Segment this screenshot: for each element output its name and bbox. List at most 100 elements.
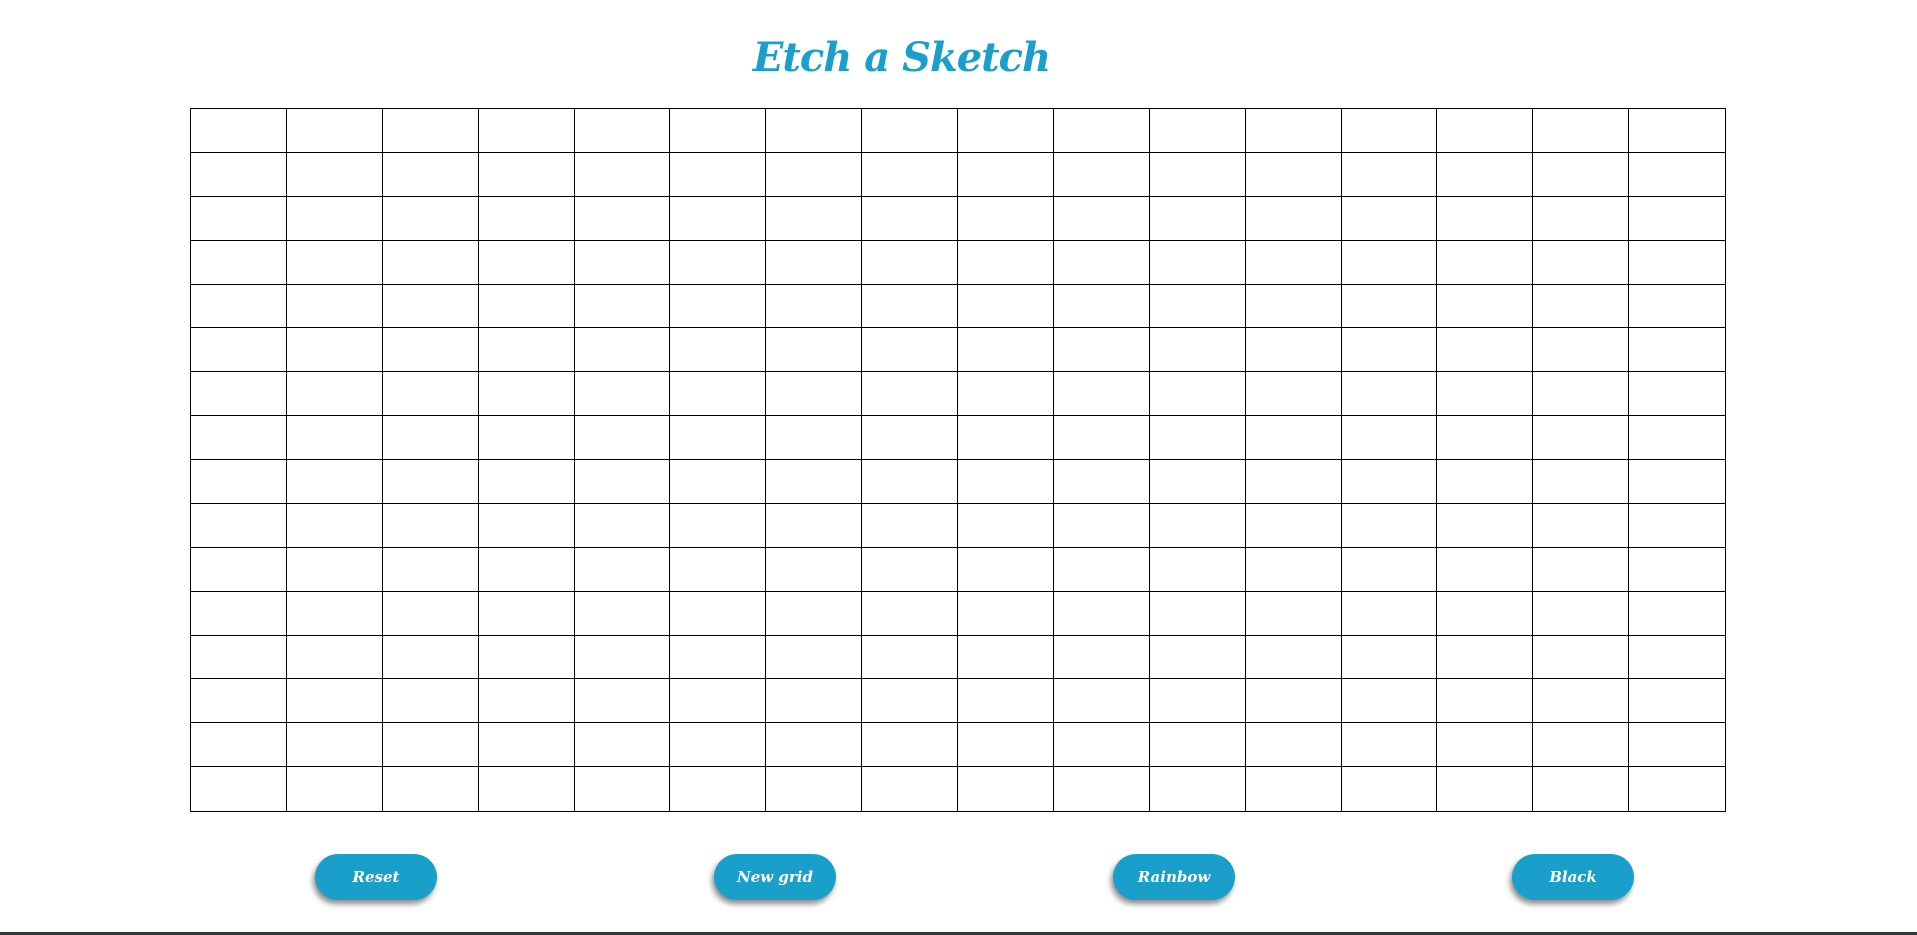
grid-cell[interactable] [1053,591,1150,636]
grid-cell[interactable] [1149,109,1246,153]
grid-cell[interactable] [862,152,958,197]
grid-cell[interactable] [1245,460,1342,504]
grid-cell[interactable] [1629,503,1725,548]
grid-cell[interactable] [1629,328,1725,373]
grid-cell[interactable] [478,503,575,548]
grid-cell[interactable] [1245,196,1342,241]
grid-cell[interactable] [958,372,1054,417]
grid-cell[interactable] [382,240,479,285]
grid-cell[interactable] [1629,767,1725,811]
grid-cell[interactable] [670,328,767,373]
grid-cell[interactable] [862,328,958,373]
grid-cell[interactable] [382,767,479,811]
grid-cell[interactable] [1629,109,1725,153]
grid-cell[interactable] [958,284,1054,329]
grid-cell[interactable] [862,372,958,417]
grid-cell[interactable] [766,328,863,373]
grid-cell[interactable] [1245,284,1342,329]
grid-cell[interactable] [574,152,671,197]
grid-cell[interactable] [1533,372,1630,417]
grid-cell[interactable] [574,196,671,241]
grid-cell[interactable] [382,372,479,417]
grid-cell[interactable] [1437,416,1534,460]
grid-cell[interactable] [1437,679,1534,724]
grid-cell[interactable] [191,328,287,373]
grid-cell[interactable] [1149,372,1246,417]
grid-cell[interactable] [191,416,287,460]
grid-cell[interactable] [574,460,671,504]
grid-cell[interactable] [958,767,1054,811]
grid-cell[interactable] [574,591,671,636]
grid-cell[interactable] [1533,679,1630,724]
grid-cell[interactable] [1341,767,1438,811]
grid-cell[interactable] [958,635,1054,680]
grid-cell[interactable] [286,591,383,636]
grid-cell[interactable] [478,723,575,768]
grid-cell[interactable] [1053,284,1150,329]
grid-cell[interactable] [478,591,575,636]
grid-cell[interactable] [1341,152,1438,197]
grid-cell[interactable] [574,635,671,680]
grid-cell[interactable] [1053,635,1150,680]
grid-cell[interactable] [1149,547,1246,592]
grid-cell[interactable] [670,284,767,329]
grid-cell[interactable] [958,723,1054,768]
grid-cell[interactable] [1341,591,1438,636]
grid-cell[interactable] [1149,679,1246,724]
grid-cell[interactable] [382,547,479,592]
grid-cell[interactable] [1533,240,1630,285]
grid-cell[interactable] [1053,240,1150,285]
grid-cell[interactable] [478,109,575,153]
grid-cell[interactable] [766,460,863,504]
grid-cell[interactable] [1437,591,1534,636]
grid-cell[interactable] [1053,196,1150,241]
grid-cell[interactable] [1437,460,1534,504]
grid-cell[interactable] [574,679,671,724]
grid-cell[interactable] [478,152,575,197]
grid-cell[interactable] [670,240,767,285]
grid-cell[interactable] [1341,416,1438,460]
grid-cell[interactable] [1053,503,1150,548]
grid-cell[interactable] [1149,152,1246,197]
grid-cell[interactable] [382,284,479,329]
grid-cell[interactable] [862,284,958,329]
grid-cell[interactable] [478,240,575,285]
grid-cell[interactable] [670,372,767,417]
grid-cell[interactable] [670,591,767,636]
grid-cell[interactable] [191,240,287,285]
grid-cell[interactable] [574,416,671,460]
grid-cell[interactable] [382,109,479,153]
grid-cell[interactable] [1245,679,1342,724]
grid-cell[interactable] [1053,767,1150,811]
grid-cell[interactable] [1437,284,1534,329]
grid-cell[interactable] [1533,416,1630,460]
grid-cell[interactable] [670,460,767,504]
grid-cell[interactable] [766,152,863,197]
grid-cell[interactable] [1533,109,1630,153]
grid-cell[interactable] [286,503,383,548]
grid-cell[interactable] [862,679,958,724]
grid-cell[interactable] [574,328,671,373]
grid-cell[interactable] [1629,591,1725,636]
grid-cell[interactable] [958,460,1054,504]
grid-cell[interactable] [191,284,287,329]
grid-cell[interactable] [286,723,383,768]
grid-cell[interactable] [670,503,767,548]
grid-cell[interactable] [1149,240,1246,285]
grid-cell[interactable] [478,328,575,373]
grid-cell[interactable] [1053,416,1150,460]
grid-cell[interactable] [1437,372,1534,417]
grid-cell[interactable] [670,196,767,241]
grid-cell[interactable] [1245,372,1342,417]
grid-cell[interactable] [862,723,958,768]
grid-cell[interactable] [1341,372,1438,417]
grid-cell[interactable] [766,591,863,636]
grid-cell[interactable] [766,109,863,153]
grid-cell[interactable] [766,635,863,680]
grid-cell[interactable] [286,372,383,417]
grid-cell[interactable] [1341,109,1438,153]
grid-cell[interactable] [1245,109,1342,153]
grid-cell[interactable] [191,109,287,153]
grid-cell[interactable] [766,372,863,417]
grid-cell[interactable] [1053,460,1150,504]
